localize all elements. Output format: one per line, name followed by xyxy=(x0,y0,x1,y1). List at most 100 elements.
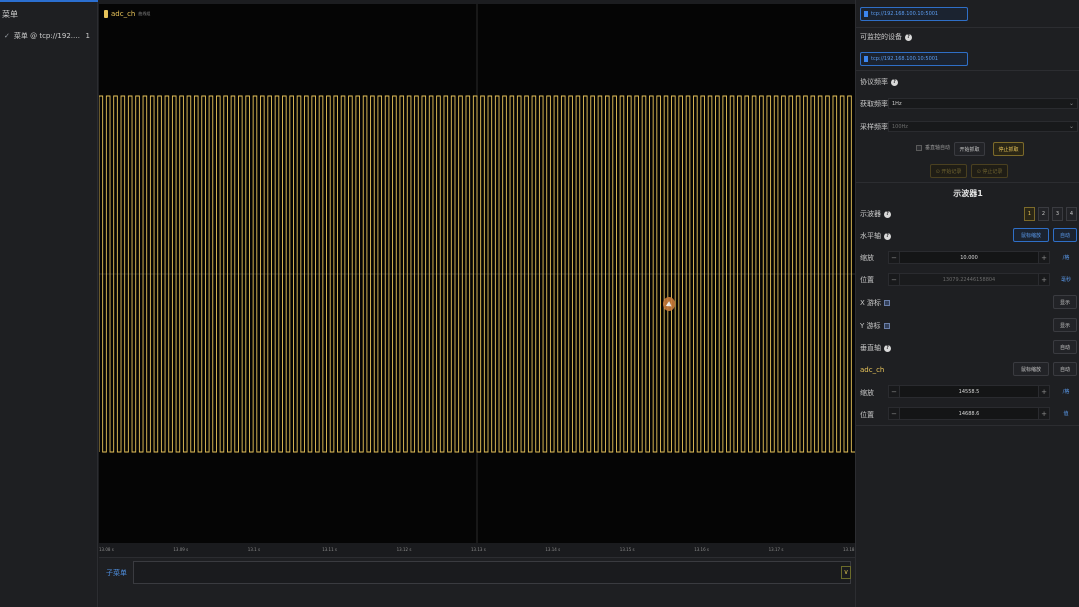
x-tick-label: 13.17 s xyxy=(768,547,784,552)
minus-icon[interactable]: − xyxy=(889,388,899,396)
legend-swatch xyxy=(104,10,108,18)
device-icon xyxy=(864,56,868,62)
sync-rate-label: 协议频率 xyxy=(860,78,888,86)
scope-tab-2[interactable]: 2 xyxy=(1038,207,1049,221)
divider xyxy=(856,70,1079,71)
controllable-device-button[interactable]: tcp://192.168.100.10:5001 xyxy=(860,52,968,66)
sidebar-item-menu[interactable]: ✓ 菜单 @ tcp://192.16... 1 xyxy=(4,30,96,42)
help-icon[interactable]: ? xyxy=(884,344,891,352)
device-address-text: tcp://192.168.100.10:5001 xyxy=(871,11,939,17)
oscilloscope-plot[interactable]: adc_ch 曲线组 xyxy=(99,4,855,543)
help-icon[interactable]: ? xyxy=(891,78,898,86)
v-position-stepper[interactable]: − 14688.6 + xyxy=(888,407,1050,420)
x-cursor-row: X 游标 xyxy=(860,298,891,308)
y-cursor-label: Y 游标 xyxy=(860,322,881,330)
plot-legend[interactable]: adc_ch 曲线组 xyxy=(104,10,150,18)
sub-menu-label: 子菜单 xyxy=(106,569,127,577)
x-tick-label: 13.1 s xyxy=(247,547,261,552)
help-icon[interactable]: ? xyxy=(884,210,891,218)
v-scale-unit[interactable]: /格 xyxy=(1055,385,1077,398)
v-scale-stepper[interactable]: − 14558.5 + xyxy=(888,385,1050,398)
waveform-series-adc-ch xyxy=(99,95,855,453)
x-tick-label: 13.16 s xyxy=(694,547,709,552)
auto-fit-label: 垂直轴自动 xyxy=(925,145,951,151)
v-scale-value[interactable]: 14558.5 xyxy=(899,386,1039,397)
fetch-rate-select[interactable]: 1Hz ⌄ xyxy=(888,98,1078,109)
auto-fit-checkbox[interactable] xyxy=(916,144,922,151)
scope-tab-3[interactable]: 3 xyxy=(1052,207,1063,221)
x-cursor-checkbox[interactable] xyxy=(884,300,891,306)
horizontal-axis-row: 水平轴 ? xyxy=(860,231,891,241)
divider xyxy=(856,425,1079,426)
ch-mouse-zoom-button[interactable]: 鼠标缩放 xyxy=(1013,362,1049,376)
x-cursor-label: X 游标 xyxy=(860,299,882,307)
x-tick-label: 13.13 s xyxy=(471,547,486,552)
sample-rate-label-row: 采样频率 xyxy=(860,122,888,132)
help-icon[interactable]: ? xyxy=(884,232,891,240)
h-position-value[interactable]: 13079.22446158804 xyxy=(899,274,1039,285)
v-auto-button[interactable]: 自动 xyxy=(1053,340,1077,354)
help-icon[interactable]: ? xyxy=(905,33,912,41)
h-scale-label-row: 缩放 xyxy=(860,253,874,263)
scope-tabs: 1 2 3 4 xyxy=(1024,207,1077,221)
start-record-button[interactable]: ⊙ 开始记录 xyxy=(930,164,967,178)
sub-menu-field[interactable] xyxy=(133,561,851,584)
horizontal-axis-label: 水平轴 xyxy=(860,232,881,240)
v-position-unit[interactable]: 值 xyxy=(1055,407,1077,420)
sample-rate-label: 采样频率 xyxy=(860,123,888,131)
h-mouse-zoom-button[interactable]: 鼠标缩放 xyxy=(1013,228,1049,242)
chevron-down-icon: ⌄ xyxy=(1068,100,1074,107)
ch-auto-button[interactable]: 自动 xyxy=(1053,362,1077,376)
auto-fit-row[interactable]: 垂直轴自动 xyxy=(916,144,950,151)
minus-icon[interactable]: − xyxy=(889,276,899,284)
scope-label: 示波器 xyxy=(860,210,881,218)
h-position-label: 位置 xyxy=(860,276,874,284)
h-auto-button[interactable]: 自动 xyxy=(1053,228,1077,242)
sync-rate-row: 协议频率 ? xyxy=(860,77,898,87)
stop-fetch-button[interactable]: 停止抓取 xyxy=(993,142,1024,156)
h-mouse-zoom-label: 鼠标缩放 xyxy=(1020,232,1041,239)
divider xyxy=(856,27,1079,28)
start-fetch-button[interactable]: 开始抓取 xyxy=(954,142,985,156)
x-tick-label: 13.08 s xyxy=(99,547,114,552)
y-cursor-show-button[interactable]: 显示 xyxy=(1053,318,1077,332)
h-scale-unit[interactable]: /格 xyxy=(1055,251,1077,264)
controllable-device-text: tcp://192.168.100.10:5001 xyxy=(871,56,939,62)
sub-menu-dropdown-button[interactable]: ∨ xyxy=(841,566,851,579)
stop-record-button[interactable]: ⊙ 停止记录 xyxy=(971,164,1008,178)
h-scale-stepper[interactable]: − 10.000 + xyxy=(888,251,1050,264)
chevron-down-icon: ⌄ xyxy=(1068,123,1074,130)
y-cursor-checkbox[interactable] xyxy=(883,323,890,329)
waveform-canvas[interactable] xyxy=(99,4,855,543)
channel-name: adc_ch xyxy=(860,366,885,374)
plus-icon[interactable]: + xyxy=(1039,254,1049,262)
h-scale-value[interactable]: 10.000 xyxy=(899,252,1039,263)
v-position-label: 位置 xyxy=(860,411,874,419)
y-cursor-row: Y 游标 xyxy=(860,321,890,331)
minus-icon[interactable]: − xyxy=(889,410,899,418)
x-cursor-show-button[interactable]: 显示 xyxy=(1053,295,1077,309)
minus-icon[interactable]: − xyxy=(889,254,899,262)
plus-icon[interactable]: + xyxy=(1039,388,1049,396)
v-position-value[interactable]: 14688.6 xyxy=(899,408,1039,419)
x-axis: 13.08 s 13.09 s 13.1 s 13.11 s 13.12 s 13.13 … xyxy=(99,543,858,557)
mouse-cursor-icon xyxy=(663,297,675,311)
h-position-stepper[interactable]: − 13079.22446158804 + xyxy=(888,273,1050,286)
divider xyxy=(856,182,1079,183)
legend-series-name: adc_ch xyxy=(111,10,136,18)
fetch-rate-label-row: 获取频率 xyxy=(860,99,888,109)
plus-icon[interactable]: + xyxy=(1039,410,1049,418)
fetch-rate-value: 1Hz xyxy=(892,100,902,107)
h-position-unit[interactable]: 毫秒 xyxy=(1055,273,1077,286)
control-panel: tcp://192.168.100.10:5001 可监控的设备 ? tcp:/… xyxy=(855,0,1079,607)
x-tick-label: 13.11 s xyxy=(322,547,337,552)
device-icon xyxy=(864,11,868,17)
fetch-rate-label: 获取频率 xyxy=(860,100,888,108)
scope-tab-4[interactable]: 4 xyxy=(1066,207,1077,221)
sample-rate-select[interactable]: 100Hz ⌄ xyxy=(888,121,1078,132)
scope-title: 示波器1 xyxy=(953,189,983,198)
sidebar-title: 菜单 xyxy=(2,10,18,19)
device-address-button[interactable]: tcp://192.168.100.10:5001 xyxy=(860,7,968,21)
plus-icon[interactable]: + xyxy=(1039,276,1049,284)
scope-tab-1[interactable]: 1 xyxy=(1024,207,1035,221)
